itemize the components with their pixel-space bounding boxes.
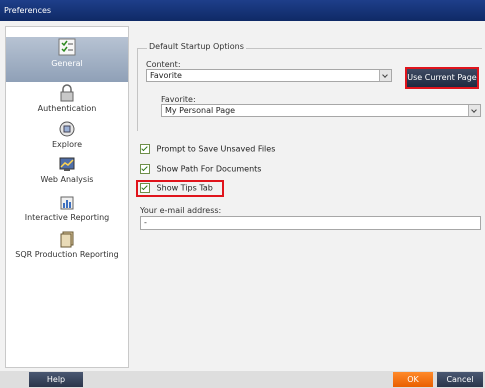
favorite-label: Favorite: [161, 95, 196, 104]
sidebar-item-label: Web Analysis [40, 175, 94, 184]
email-label: Your e-mail address: [140, 206, 222, 215]
help-button[interactable]: Help [29, 372, 83, 387]
show-tips-option[interactable]: Show Tips Tab [140, 183, 213, 195]
show-path-label: Show Path For Documents [156, 164, 262, 174]
content-select[interactable]: Favorite [146, 69, 392, 82]
sqr-reporting-icon [60, 231, 74, 248]
window-title: Preferences [4, 6, 52, 15]
sidebar-item-authentication[interactable]: Authentication [6, 84, 128, 120]
favorite-select[interactable]: My Personal Page [161, 104, 481, 117]
prompt-save-checkbox[interactable] [140, 144, 150, 154]
sidebar-item-web-analysis[interactable]: Web Analysis [6, 155, 128, 191]
sidebar: General Authentication Explore Web Analy… [5, 26, 129, 368]
explore-icon [59, 121, 75, 137]
prompt-save-option[interactable]: Prompt to Save Unsaved Files [140, 144, 275, 156]
ok-button[interactable]: OK [393, 372, 433, 387]
show-path-checkbox[interactable] [140, 164, 150, 174]
use-current-page-button[interactable]: Use Current Page [405, 67, 479, 89]
sidebar-item-label: Interactive Reporting [24, 213, 110, 222]
sidebar-item-label: General [51, 59, 83, 68]
chevron-down-icon [468, 105, 480, 116]
sidebar-item-label: SQR Production Reporting [15, 250, 119, 259]
default-startup-title: Default Startup Options [147, 42, 246, 51]
show-tips-label: Show Tips Tab [156, 183, 213, 193]
favorite-select-value: My Personal Page [165, 106, 236, 115]
sidebar-item-sqr-production-reporting[interactable]: SQR Production Reporting [6, 230, 128, 270]
lock-icon [60, 84, 74, 102]
content-label: Content: [146, 60, 181, 69]
cancel-button[interactable]: Cancel [437, 372, 483, 387]
show-tips-checkbox[interactable] [140, 183, 150, 193]
sidebar-item-label: Authentication [37, 104, 97, 113]
chevron-down-icon [379, 70, 391, 81]
sidebar-item-explore[interactable]: Explore [6, 120, 128, 156]
prompt-save-label: Prompt to Save Unsaved Files [156, 144, 276, 154]
email-field[interactable]: - [140, 216, 481, 230]
default-startup-group [137, 48, 482, 131]
interactive-reporting-icon [60, 196, 74, 210]
sidebar-item-interactive-reporting[interactable]: Interactive Reporting [6, 193, 128, 231]
web-analysis-icon [59, 157, 75, 171]
sidebar-item-general[interactable]: General [6, 37, 128, 82]
sidebar-item-label: Explore [51, 140, 83, 149]
window-title-bar: Preferences [0, 0, 485, 21]
show-path-option[interactable]: Show Path For Documents [140, 164, 261, 176]
email-value: - [144, 218, 147, 227]
content-select-value: Favorite [150, 71, 182, 80]
general-settings-icon [58, 38, 76, 56]
